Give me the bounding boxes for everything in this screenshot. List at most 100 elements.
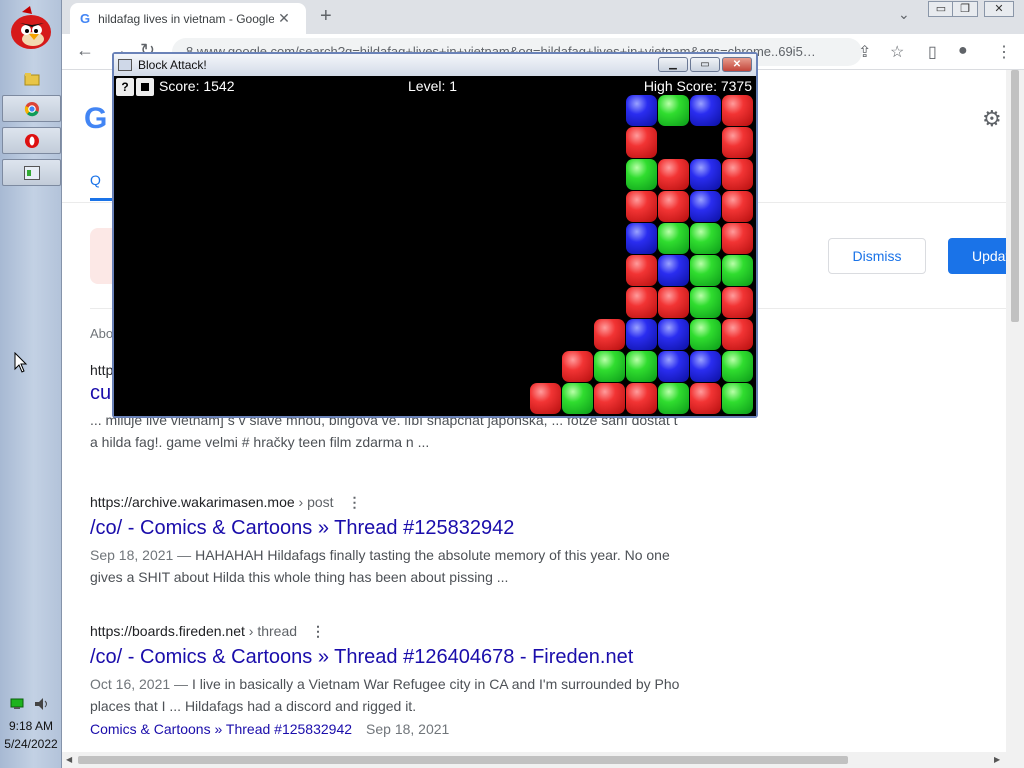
block-red[interactable] bbox=[626, 191, 657, 222]
folder-app-button[interactable] bbox=[2, 65, 61, 92]
vertical-scrollbar[interactable]: ▲ bbox=[1006, 70, 1024, 752]
tab-strip: G hildafag lives in vietnam - Google ✕ +… bbox=[62, 0, 1024, 34]
block-red[interactable] bbox=[626, 255, 657, 286]
game-maximize-button[interactable]: ▭ bbox=[690, 57, 720, 72]
block-green[interactable] bbox=[658, 383, 689, 414]
folder-icon bbox=[24, 72, 39, 85]
google-logo[interactable]: G bbox=[84, 102, 107, 136]
share-icon[interactable]: ⇪ bbox=[858, 42, 871, 62]
block-red[interactable] bbox=[594, 319, 625, 350]
block-green[interactable] bbox=[626, 159, 657, 190]
block-green[interactable] bbox=[658, 95, 689, 126]
search-result: https://boards.fireden.net › thread ⋮ /co… bbox=[90, 623, 710, 737]
minimize-button[interactable]: ▭ bbox=[928, 1, 954, 17]
system-tray bbox=[10, 697, 50, 711]
block-red[interactable] bbox=[722, 287, 753, 318]
sitelink[interactable]: Comics & Cartoons » Thread #125832942 bbox=[90, 721, 352, 737]
block-green[interactable] bbox=[722, 351, 753, 382]
block-attack-window[interactable]: Block Attack! ▁ ▭ ✕ ? Score: 1542 Level:… bbox=[112, 52, 758, 418]
block-green[interactable] bbox=[722, 255, 753, 286]
block-green[interactable] bbox=[690, 255, 721, 286]
block-blue[interactable] bbox=[658, 255, 689, 286]
mouse-cursor-icon bbox=[14, 352, 28, 373]
block-red[interactable] bbox=[722, 319, 753, 350]
result-title-link[interactable]: /co/ - Comics & Cartoons » Thread #12583… bbox=[90, 517, 710, 540]
block-blue[interactable] bbox=[658, 351, 689, 382]
volume-icon[interactable] bbox=[34, 697, 50, 711]
score-display: Score: 1542 bbox=[159, 78, 235, 94]
search-tab-icon[interactable]: Q bbox=[90, 172, 101, 188]
block-blue[interactable] bbox=[690, 351, 721, 382]
clock-time: 9:18 AM bbox=[8, 719, 54, 733]
block-green[interactable] bbox=[562, 383, 593, 414]
game-minimize-button[interactable]: ▁ bbox=[658, 57, 688, 72]
block-red[interactable] bbox=[722, 127, 753, 158]
bookmark-star-icon[interactable]: ☆ bbox=[890, 42, 904, 62]
game-window-title: Block Attack! bbox=[138, 58, 207, 72]
back-arrow-icon[interactable]: ← bbox=[76, 40, 94, 61]
block-green[interactable] bbox=[658, 223, 689, 254]
close-window-button[interactable]: ✕ bbox=[984, 1, 1014, 17]
horizontal-scrollbar[interactable]: ◀ ▶ bbox=[62, 752, 1024, 768]
angry-bird-start-icon[interactable] bbox=[8, 6, 54, 50]
block-green[interactable] bbox=[626, 351, 657, 382]
chrome-taskbar-button[interactable] bbox=[2, 95, 61, 122]
block-blue[interactable] bbox=[658, 319, 689, 350]
help-button[interactable]: ? bbox=[116, 78, 134, 96]
tab-close-icon[interactable]: ✕ bbox=[278, 10, 290, 27]
block-red[interactable] bbox=[722, 159, 753, 190]
scroll-right-icon[interactable]: ▶ bbox=[994, 755, 1000, 764]
block-green[interactable] bbox=[594, 351, 625, 382]
google-favicon-icon: G bbox=[80, 11, 91, 26]
menu-kebab-icon[interactable]: ⋮ bbox=[996, 42, 1012, 62]
network-icon[interactable] bbox=[10, 698, 24, 710]
block-red[interactable] bbox=[690, 383, 721, 414]
block-blue[interactable] bbox=[626, 319, 657, 350]
block-green[interactable] bbox=[722, 383, 753, 414]
restore-button[interactable]: ❐ bbox=[952, 1, 978, 17]
game-title-bar[interactable]: Block Attack! ▁ ▭ ✕ bbox=[114, 54, 756, 76]
block-red[interactable] bbox=[562, 351, 593, 382]
block-green[interactable] bbox=[690, 223, 721, 254]
result-options-icon[interactable]: ⋮ bbox=[348, 494, 362, 510]
block-red[interactable] bbox=[658, 287, 689, 318]
block-red[interactable] bbox=[722, 223, 753, 254]
settings-gear-icon[interactable]: ⚙ bbox=[982, 106, 1002, 132]
result-url[interactable]: https://boards.fireden.net › thread ⋮ bbox=[90, 623, 710, 640]
block-red[interactable] bbox=[594, 383, 625, 414]
stop-button[interactable] bbox=[136, 78, 154, 96]
block-blue[interactable] bbox=[690, 159, 721, 190]
side-panel-icon[interactable]: ▯ bbox=[928, 42, 937, 62]
block-red[interactable] bbox=[626, 127, 657, 158]
block-red[interactable] bbox=[722, 191, 753, 222]
block-blue[interactable] bbox=[690, 95, 721, 126]
result-url[interactable]: https://archive.wakarimasen.moe › post ⋮ bbox=[90, 494, 710, 511]
scroll-left-icon[interactable]: ◀ bbox=[66, 755, 72, 764]
result-snippet: Sep 18, 2021 — HAHAHAH Hildafags finally… bbox=[90, 547, 670, 585]
tab-search-chevron-icon[interactable]: ⌄ bbox=[898, 6, 910, 23]
vertical-scroll-thumb[interactable] bbox=[1011, 70, 1019, 322]
horizontal-scroll-thumb[interactable] bbox=[78, 756, 848, 764]
game-close-button[interactable]: ✕ bbox=[722, 57, 752, 72]
profile-avatar-icon[interactable]: ● bbox=[958, 42, 968, 60]
block-blue[interactable] bbox=[690, 191, 721, 222]
new-tab-button[interactable]: + bbox=[320, 5, 332, 28]
browser-tab[interactable]: G hildafag lives in vietnam - Google ✕ bbox=[70, 3, 306, 34]
block-red[interactable] bbox=[658, 191, 689, 222]
result-options-icon[interactable]: ⋮ bbox=[311, 623, 325, 639]
opera-taskbar-button[interactable] bbox=[2, 127, 61, 154]
sitelink-date: Sep 18, 2021 bbox=[366, 721, 450, 737]
block-red[interactable] bbox=[658, 159, 689, 190]
block-green[interactable] bbox=[690, 287, 721, 318]
result-title-link[interactable]: /co/ - Comics & Cartoons » Thread #12640… bbox=[90, 646, 710, 669]
block-blue[interactable] bbox=[626, 95, 657, 126]
block-blue[interactable] bbox=[626, 223, 657, 254]
block-red[interactable] bbox=[626, 287, 657, 318]
block-green[interactable] bbox=[690, 319, 721, 350]
game-board[interactable]: ? Score: 1542 Level: 1 High Score: 7375 bbox=[114, 76, 756, 416]
block-attack-taskbar-button[interactable] bbox=[2, 159, 61, 186]
block-red[interactable] bbox=[626, 383, 657, 414]
block-red[interactable] bbox=[530, 383, 561, 414]
block-red[interactable] bbox=[722, 95, 753, 126]
dismiss-button[interactable]: Dismiss bbox=[828, 238, 926, 274]
